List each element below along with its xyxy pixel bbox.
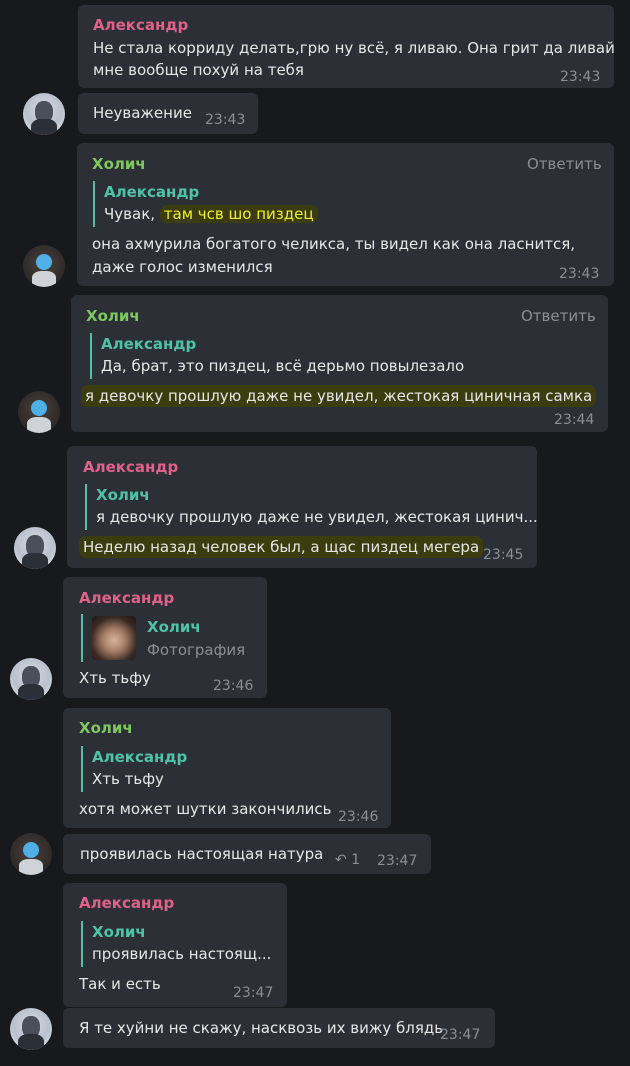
message-bubble[interactable]: Александр Не стала корриду делать,грю ну… bbox=[78, 5, 615, 88]
message-time: 23:47 bbox=[233, 985, 274, 1001]
message-time: 23:47 bbox=[440, 1027, 481, 1043]
message-time: 23:44 bbox=[554, 412, 595, 428]
chat-history: Александр Не стала корриду делать,грю ну… bbox=[0, 0, 630, 1066]
quote-author: Александр bbox=[92, 748, 188, 766]
quoted-message[interactable]: Холич я девочку прошлую даже не увидел, … bbox=[85, 484, 538, 530]
avatar[interactable] bbox=[10, 658, 52, 700]
message-sender[interactable]: Холич bbox=[92, 153, 146, 175]
highlighted-text: Неделю назад человек был, а щас пиздец м… bbox=[79, 536, 484, 558]
message-text: Хть тьфу bbox=[79, 669, 151, 687]
quoted-message[interactable]: Александр Да, брат, это пиздец, всё дерь… bbox=[90, 333, 470, 379]
quote-text: Хть тьфу bbox=[92, 770, 164, 788]
quote-text: я девочку прошлую даже не увидел, жесток… bbox=[96, 508, 538, 526]
quote-text-plain: Чувак, bbox=[104, 205, 160, 223]
message-bubble[interactable]: проявилась настоящая натура ↶ 1 23:47 bbox=[63, 834, 431, 874]
message-time: 23:46 bbox=[213, 678, 254, 694]
quote-text: проявилась настоящ... bbox=[92, 945, 272, 963]
message-text: Неуважение bbox=[93, 104, 192, 122]
message-sender[interactable]: Александр bbox=[79, 892, 174, 914]
message-sender[interactable]: Холич bbox=[86, 305, 140, 327]
message-time: 23:43 bbox=[205, 112, 246, 128]
reply-button[interactable]: Ответить bbox=[527, 153, 602, 175]
message-time: 23:47 bbox=[377, 853, 418, 869]
message-bubble[interactable]: Александр Холич Фотография Хть тьфу 23:4… bbox=[63, 577, 267, 698]
highlighted-text: я девочку прошлую даже не увидел, жесток… bbox=[81, 385, 597, 407]
highlighted-text: там чсв шо пиздец bbox=[159, 205, 318, 223]
quote-author: Александр bbox=[101, 335, 197, 353]
quote-text: Чувак, там чсв шо пиздец bbox=[104, 203, 318, 225]
message-sender[interactable]: Холич bbox=[79, 717, 133, 739]
quoted-message[interactable]: Холич проявилась настоящ... bbox=[81, 921, 281, 967]
message-text: Не стала корриду делать,грю ну всё, я ли… bbox=[93, 39, 615, 57]
message-text: хотя может шутки закончились bbox=[79, 800, 332, 818]
quoted-message[interactable]: Александр Чувак, там чсв шо пиздец bbox=[93, 181, 333, 227]
photo-thumbnail[interactable] bbox=[92, 616, 136, 660]
message-sender[interactable]: Александр bbox=[93, 14, 188, 36]
avatar[interactable] bbox=[23, 93, 65, 135]
message-text: она ахмурила богатого челикса, ты видел … bbox=[92, 235, 576, 253]
message-text: Я те хуйни не скажу, насквозь их вижу бл… bbox=[79, 1019, 444, 1037]
message-sender[interactable]: Александр bbox=[79, 587, 174, 609]
quote-text: Фотография bbox=[147, 641, 246, 659]
quote-author: Холич bbox=[147, 618, 201, 636]
avatar[interactable] bbox=[23, 245, 65, 287]
message-time: 23:43 bbox=[560, 69, 601, 85]
message-bubble[interactable]: Александр Холич я девочку прошлую даже н… bbox=[67, 446, 538, 568]
message-bubble[interactable]: Холич Александр Хть тьфу хотя может шутк… bbox=[63, 708, 391, 828]
message-time: 23:43 bbox=[559, 266, 600, 282]
message-bubble[interactable]: Холич Ответить Александр Да, брат, это п… bbox=[71, 295, 608, 432]
message-time: 23:45 bbox=[483, 547, 524, 563]
message-bubble[interactable]: Неуважение 23:43 bbox=[78, 93, 258, 134]
avatar[interactable] bbox=[14, 527, 56, 569]
message-bubble[interactable]: Я те хуйни не скажу, насквозь их вижу бл… bbox=[63, 1008, 495, 1048]
message-text: Так и есть bbox=[79, 975, 161, 993]
quoted-message[interactable]: Холич Фотография bbox=[81, 614, 251, 662]
avatar[interactable] bbox=[10, 1008, 52, 1050]
quote-text: Да, брат, это пиздец, всё дерьмо повылез… bbox=[101, 357, 465, 375]
message-text: мне вообще похуй на тебя bbox=[93, 61, 304, 79]
avatar[interactable] bbox=[18, 391, 60, 433]
message-bubble[interactable]: Александр Холич проявилась настоящ... Та… bbox=[63, 883, 287, 1007]
reply-count-value: 1 bbox=[351, 852, 361, 868]
avatar[interactable] bbox=[10, 833, 52, 875]
message-text: проявилась настоящая натура bbox=[80, 845, 324, 863]
quote-author: Александр bbox=[104, 183, 200, 201]
reply-button[interactable]: Ответить bbox=[521, 305, 596, 327]
message-bubble[interactable]: Холич Ответить Александр Чувак, там чсв … bbox=[77, 143, 614, 286]
reply-icon: ↶ bbox=[335, 852, 347, 868]
message-time: 23:46 bbox=[338, 809, 379, 825]
quote-author: Холич bbox=[96, 486, 150, 504]
quote-author: Холич bbox=[92, 923, 146, 941]
message-text: даже голос изменился bbox=[92, 258, 273, 276]
message-sender[interactable]: Александр bbox=[83, 456, 178, 478]
quoted-message[interactable]: Александр Хть тьфу bbox=[81, 746, 281, 792]
reply-count[interactable]: ↶ 1 bbox=[335, 849, 360, 871]
